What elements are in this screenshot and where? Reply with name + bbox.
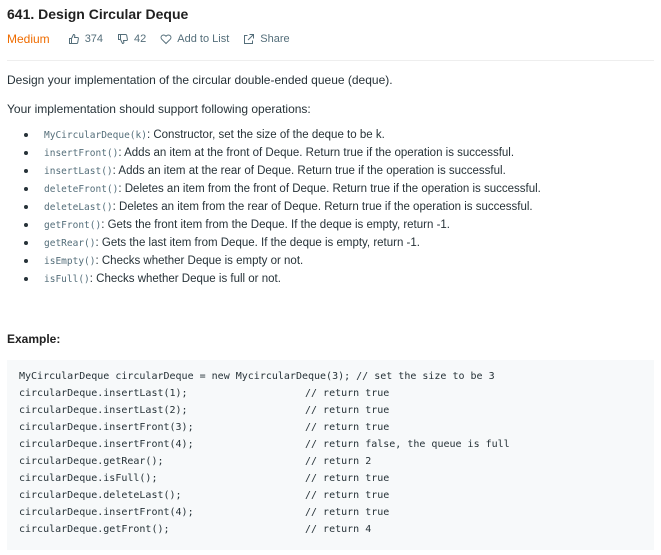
list-item: insertFront(): Adds an item at the front… — [24, 144, 541, 162]
list-item: MyCircularDeque(k): Constructor, set the… — [24, 126, 541, 144]
like-button[interactable]: 374 — [68, 33, 103, 45]
code-comment: // return true — [305, 405, 390, 416]
operation-text: : Gets the front item from the Deque. If… — [101, 219, 450, 231]
list-item: deleteFront(): Deletes an item from the … — [24, 180, 541, 198]
add-to-list-label: Add to List — [177, 33, 230, 45]
operation-code: isFull() — [44, 274, 90, 285]
list-item: getRear(): Gets the last item from Deque… — [24, 234, 541, 252]
code-line: circularDeque.insertLast(2); — [19, 405, 188, 416]
description-intro: Design your implementation of the circul… — [7, 73, 393, 87]
list-item: isEmpty(): Checks whether Deque is empty… — [24, 252, 541, 270]
list-item: insertLast(): Adds an item at the rear o… — [24, 162, 541, 180]
operation-code: insertFront() — [44, 148, 119, 159]
description-support: Your implementation should support follo… — [7, 102, 311, 116]
code-line: circularDeque.insertFront(4); — [19, 507, 194, 518]
list-item: isFull(): Checks whether Deque is full o… — [24, 270, 541, 288]
heart-icon — [160, 34, 172, 45]
operation-text: : Gets the last item from Deque. If the … — [95, 237, 420, 249]
code-comment: // return 4 — [305, 524, 372, 535]
operation-text: : Adds an item at the rear of Deque. Ret… — [112, 165, 506, 177]
code-line: circularDeque.getFront(); — [19, 524, 170, 535]
code-comment: // return 2 — [305, 456, 372, 467]
operation-text: : Checks whether Deque is full or not. — [89, 273, 281, 285]
operation-code: isEmpty() — [44, 256, 96, 267]
operation-code: deleteFront() — [44, 184, 119, 195]
code-line: circularDeque.insertFront(3); — [19, 422, 194, 433]
code-comment: // return true — [305, 507, 390, 518]
operation-text: : Deletes an item from the front of Dequ… — [118, 183, 541, 195]
difficulty-badge: Medium — [7, 32, 50, 46]
add-to-list-button[interactable]: Add to List — [160, 33, 229, 45]
operation-code: MyCircularDeque(k) — [44, 130, 147, 141]
list-item: deleteLast(): Deletes an item from the r… — [24, 198, 541, 216]
thumbs-down-icon — [118, 34, 128, 45]
code-comment: // return true — [305, 473, 390, 484]
operations-list: MyCircularDeque(k): Constructor, set the… — [24, 126, 541, 288]
code-line: circularDeque.insertFront(4); — [19, 439, 194, 450]
operation-code: getFront() — [44, 220, 102, 231]
code-comment: // return true — [305, 422, 390, 433]
like-count: 374 — [84, 33, 104, 45]
list-item: getFront(): Gets the front item from the… — [24, 216, 541, 234]
share-label: Share — [260, 33, 290, 45]
code-comment: // return true — [305, 388, 390, 399]
thumbs-up-icon — [68, 33, 79, 44]
code-comment: // return false, the queue is full — [305, 439, 510, 450]
header-divider — [7, 60, 654, 61]
code-line: MyCircularDeque circularDeque = new Myci… — [19, 371, 495, 382]
code-comment: // return true — [305, 490, 390, 501]
operation-code: deleteLast() — [44, 202, 113, 213]
problem-meta-bar: Medium 374 42 Add to List Share — [7, 32, 304, 46]
operation-code: insertLast() — [44, 166, 113, 177]
code-line: circularDeque.insertLast(1); — [19, 388, 188, 399]
example-heading: Example: — [7, 332, 61, 346]
share-button[interactable]: Share — [243, 33, 290, 45]
code-line: circularDeque.isFull(); — [19, 473, 158, 484]
dislike-count: 42 — [134, 33, 147, 45]
dislike-button[interactable]: 42 — [117, 33, 146, 45]
operation-text: : Constructor, set the size of the deque… — [146, 129, 385, 141]
problem-title: 641. Design Circular Deque — [7, 6, 189, 22]
operation-text: : Adds an item at the front of Deque. Re… — [118, 147, 515, 159]
code-line: circularDeque.getRear(); — [19, 456, 164, 467]
example-code-block: MyCircularDeque circularDeque = new Myci… — [7, 360, 654, 550]
operation-text: : Deletes an item from the rear of Deque… — [112, 201, 533, 213]
operation-text: : Checks whether Deque is empty or not. — [95, 255, 304, 267]
share-icon — [244, 34, 255, 44]
code-line: circularDeque.deleteLast(); — [19, 490, 182, 501]
operation-code: getRear() — [44, 238, 96, 249]
